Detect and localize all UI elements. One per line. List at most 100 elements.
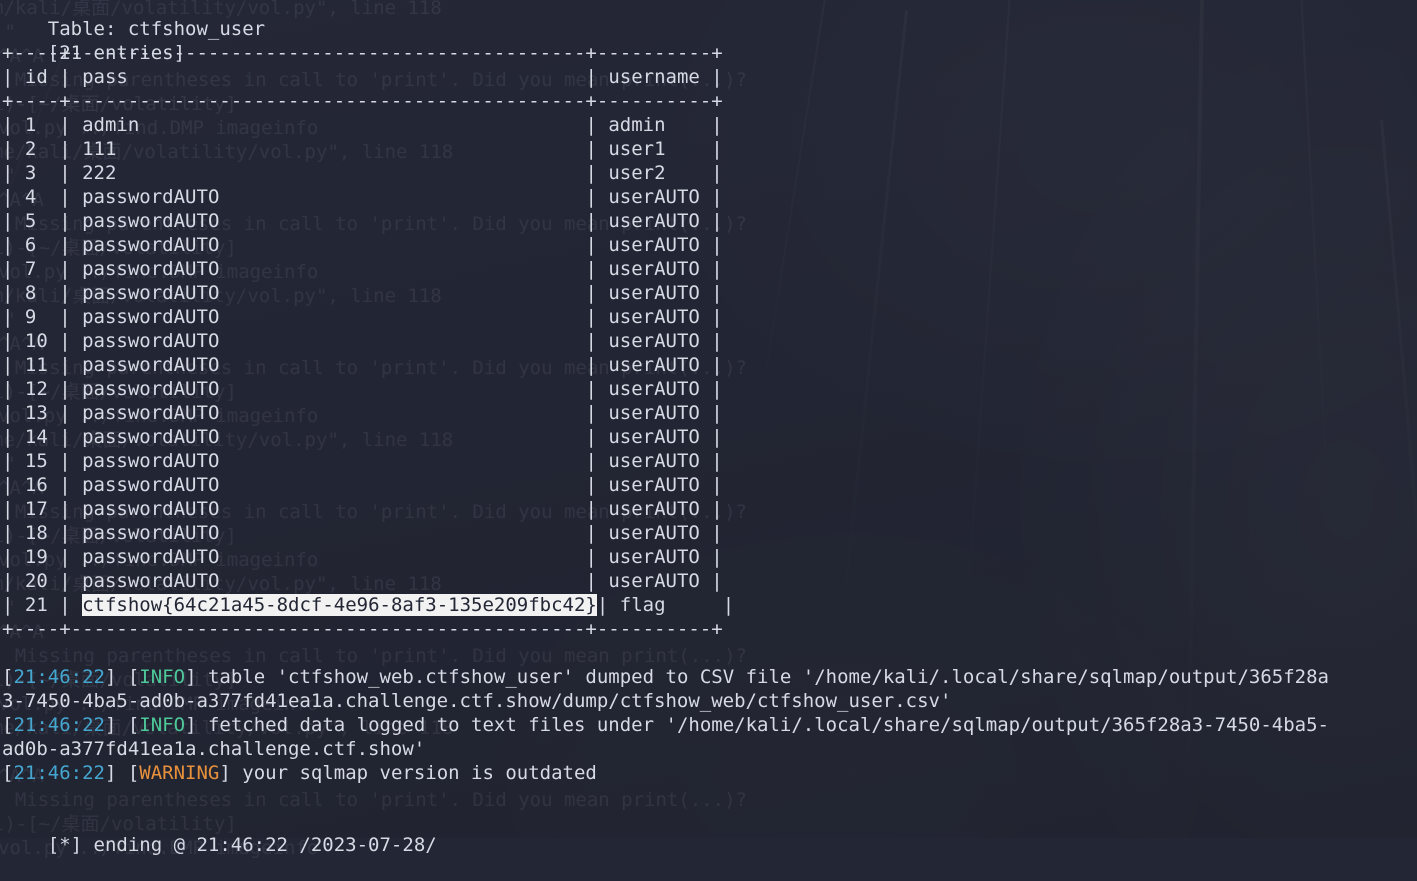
table-row[interactable]: | 16 | passwordAUTO | userAUTO | (2, 473, 734, 497)
table-row[interactable]: | 12 | passwordAUTO | userAUTO | (2, 377, 734, 401)
table-cell-id: 6 (24, 234, 60, 256)
log-level-badge: WARNING (139, 762, 220, 784)
table-row[interactable]: | 8 | passwordAUTO | userAUTO | (2, 281, 734, 305)
table-row[interactable]: | 5 | passwordAUTO | userAUTO | (2, 209, 734, 233)
table-row[interactable]: | 15 | passwordAUTO | userAUTO | (2, 449, 734, 473)
table-border-pipe: | (585, 186, 609, 208)
table-border-pipe: | (59, 426, 83, 448)
table-border-pipe: | (585, 210, 609, 232)
table-bottom-rule: +----+----------------------------------… (2, 618, 723, 640)
table-row[interactable]: | 17 | passwordAUTO | userAUTO | (2, 497, 734, 521)
log-line: [21:46:22] [INFO] table 'ctfshow_web.ctf… (2, 665, 1329, 689)
table-row[interactable]: | 19 | passwordAUTO | userAUTO | (2, 545, 734, 569)
table-row[interactable]: | 21 | ctfshow{64c21a45-8dcf-4e96-8af3-1… (2, 593, 734, 617)
log-timestamp: 21:46:22 (13, 666, 105, 688)
table-border-pipe: | (59, 186, 83, 208)
table-border-pipe: | (59, 210, 83, 232)
table-border-pipe: | (585, 546, 609, 568)
table-cell-id: 2 (24, 138, 60, 160)
table-cell-id: 3 (24, 162, 60, 184)
table-cell-id: 13 (24, 402, 60, 424)
table-cell-pass: passwordAUTO (82, 450, 586, 472)
table-cell-pass: passwordAUTO (82, 522, 586, 544)
table-cell-pass: passwordAUTO (82, 330, 586, 352)
table-cell-username: userAUTO (608, 354, 712, 376)
table-border-pipe: | (585, 330, 609, 352)
table-cell-pass: passwordAUTO (82, 498, 586, 520)
table-cell-id: 19 (24, 546, 60, 568)
table-border-pipe: | (711, 498, 723, 520)
table-cell-id: 4 (24, 186, 60, 208)
table-row[interactable]: | 14 | passwordAUTO | userAUTO | (2, 425, 734, 449)
table-row[interactable]: | 3 | 222 | user2 | (2, 161, 734, 185)
table-border-pipe: | (585, 138, 609, 160)
log-line-continuation: ad0b-a377fd41ea1a.challenge.ctf.show' (2, 738, 426, 760)
table-cell-id: 18 (24, 522, 60, 544)
table-cell-username: userAUTO (608, 378, 712, 400)
table-border-pipe: | (585, 378, 609, 400)
table-cell-username: userAUTO (608, 306, 712, 328)
table-cell-pass: passwordAUTO (82, 378, 586, 400)
table-row[interactable]: | 10 | passwordAUTO | userAUTO | (2, 329, 734, 353)
table-row[interactable]: | 13 | passwordAUTO | userAUTO | (2, 401, 734, 425)
table-cell-username: userAUTO (608, 258, 712, 280)
table-cell-id: 21 (24, 594, 60, 616)
table-border-pipe: | (711, 378, 723, 400)
column-header-id: id (24, 66, 60, 88)
table-border-pipe: | (585, 306, 609, 328)
table-border-pipe: | (2, 210, 25, 232)
table-border-pipe: | (2, 570, 25, 592)
table-row[interactable]: | 6 | passwordAUTO | userAUTO | (2, 233, 734, 257)
table-border-pipe: | (59, 234, 83, 256)
table-border-pipe: | (2, 258, 25, 280)
table-cell-pass: passwordAUTO (82, 426, 586, 448)
table-border-pipe: | (711, 234, 723, 256)
table-cell-username: userAUTO (608, 498, 712, 520)
table-border-pipe: | (711, 402, 723, 424)
table-border-pipe: | (585, 426, 609, 448)
table-cell-username: userAUTO (608, 546, 712, 568)
table-border-pipe: | (722, 594, 735, 616)
table-cell-username: userAUTO (608, 330, 712, 352)
log-bracket: [ (2, 714, 14, 736)
log-timestamp: 21:46:22 (13, 714, 105, 736)
log-bracket: [ (2, 666, 14, 688)
table-cell-username: user2 (608, 162, 712, 184)
table-row[interactable]: | 20 | passwordAUTO | userAUTO | (2, 569, 734, 593)
table-border-pipe: | (59, 114, 83, 136)
table-title-line: Table: ctfshow_user (2, 0, 265, 40)
log-bracket: ] [ (104, 762, 140, 784)
table-row[interactable]: | 9 | passwordAUTO | userAUTO | (2, 305, 734, 329)
table-cell-username: userAUTO (608, 234, 712, 256)
table-cell-username: user1 (608, 138, 712, 160)
table-border-pipe: | (59, 162, 83, 184)
table-cell-id: 5 (24, 210, 60, 232)
ending-line: [*] ending @ 21:46:22 /2023-07-28/ (2, 809, 437, 856)
table-border-pipe: | (585, 114, 609, 136)
table-row[interactable]: | 4 | passwordAUTO | userAUTO | (2, 185, 734, 209)
table-cell-pass: passwordAUTO (82, 258, 586, 280)
log-line: [21:46:22] [INFO] fetched data logged to… (2, 713, 1329, 737)
table-border-pipe: | (59, 282, 83, 304)
table-cell-id: 9 (24, 306, 60, 328)
table-cell-pass: 222 (82, 162, 586, 184)
table-cell-id: 20 (24, 570, 60, 592)
table-header-row: | id | pass | username | (2, 65, 734, 89)
table-row[interactable]: | 2 | 111 | user1 | (2, 137, 734, 161)
table-border-pipe: | (711, 570, 723, 592)
log-bracket: [ (2, 762, 14, 784)
table-row[interactable]: | 18 | passwordAUTO | userAUTO | (2, 521, 734, 545)
table-row[interactable]: | 11 | passwordAUTO | userAUTO | (2, 353, 734, 377)
table-border-pipe: | (59, 354, 83, 376)
terminal-output[interactable]: Table: ctfshow_user [21 entries] +----+-… (0, 0, 1417, 856)
table-row[interactable]: | 1 | admin | admin | (2, 113, 734, 137)
table-cell-pass: ctfshow{64c21a45-8dcf-4e96-8af3-135e209f… (82, 594, 597, 616)
log-message: ] your sqlmap version is outdated (219, 762, 597, 784)
table-border-pipe: | (2, 426, 25, 448)
result-table[interactable]: +----+----------------------------------… (2, 41, 734, 641)
table-cell-id: 11 (24, 354, 60, 376)
column-header-username: username (608, 66, 712, 88)
selected-flag-text[interactable]: ctfshow{64c21a45-8dcf-4e96-8af3-135e209f… (82, 594, 597, 616)
table-row[interactable]: | 7 | passwordAUTO | userAUTO | (2, 257, 734, 281)
table-header-rule: +----+----------------------------------… (2, 90, 723, 112)
